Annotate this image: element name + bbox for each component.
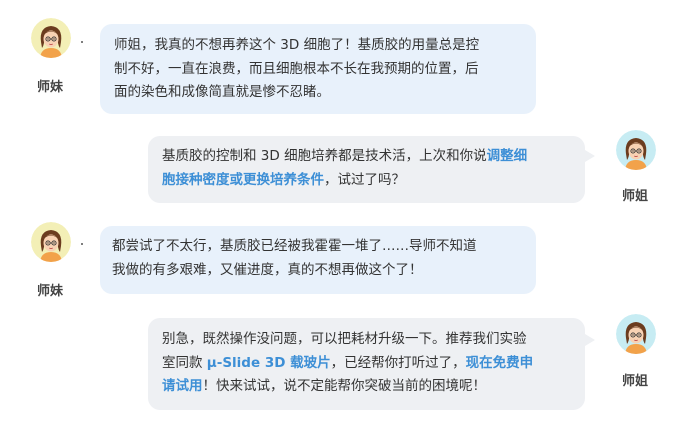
- chat-bubble: 师姐，我真的不想再养这个 3D 细胞了！基质胶的用量总是控 制不好，一直在浪费，而…: [100, 24, 536, 114]
- message-line: 胞接种密度或更换培养条件，试过了吗？: [162, 169, 585, 193]
- message-line: 基质胶的控制和 3D 细胞培养都是技术活，上次和你说调整细: [162, 145, 585, 169]
- message-text: 我做的有多艰难，又催进度，真的不想再做这个了！: [112, 261, 423, 278]
- chat-bubble: 基质胶的控制和 3D 细胞培养都是技术活，上次和你说调整细 胞接种密度或更换培养条…: [148, 136, 585, 203]
- message-text: ，试过了吗？: [324, 171, 405, 188]
- senior-sister-avatar: [616, 130, 656, 170]
- message-text: 别急，既然操作没问题，可以把耗材升级一下。推荐我们实验: [162, 331, 527, 347]
- message-text: 制不好，一直在浪费，而且细胞根本不长在我预期的位置，后: [114, 60, 479, 77]
- message-line: 都尝试了不太行，基质胶已经被我霍霍一堆了……导师不知道: [112, 235, 536, 259]
- message-line: 室同款 μ-Slide 3D 载玻片，已经帮你打听过了，现在免费申: [162, 352, 585, 376]
- senior-sister-avatar: [616, 314, 656, 354]
- message-text: 基质胶的控制和 3D 细胞培养都是技术活，上次和你说: [162, 148, 487, 164]
- message-text: 室同款: [162, 354, 207, 371]
- message-text: 面的染色和成像简直就是惨不忍睹。: [114, 84, 330, 100]
- highlighted-text: 请试用: [162, 378, 203, 394]
- bubble-tail: [585, 150, 595, 162]
- chat-bubble: 都尝试了不太行，基质胶已经被我霍霍一堆了……导师不知道 我做的有多艰难，又催进度，…: [100, 226, 536, 294]
- bubble-tail: [585, 334, 595, 346]
- message-text: 师姐，我真的不想再养这个 3D 细胞了！基质胶的用量总是控: [114, 37, 480, 53]
- speaker-name: 师姐: [621, 189, 648, 204]
- highlighted-text: 胞接种密度或更换培养条件: [162, 171, 324, 188]
- separator-dot: [81, 41, 83, 43]
- message-text: ，已经帮你打听过了，: [330, 354, 466, 371]
- highlighted-text: μ-Slide 3D 载玻片: [206, 354, 331, 371]
- message-line: 我做的有多艰难，又催进度，真的不想再做这个了！: [112, 259, 536, 283]
- message-line: 面的染色和成像简直就是惨不忍睹。: [114, 81, 536, 105]
- speaker-name: 师妹: [36, 80, 63, 95]
- message-line: 师姐，我真的不想再养这个 3D 细胞了！基质胶的用量总是控: [114, 34, 536, 58]
- speaker-name: 师妹: [36, 284, 63, 299]
- junior-sister-avatar: [31, 18, 71, 58]
- junior-sister-avatar: [31, 222, 71, 262]
- chat-bubble: 别急，既然操作没问题，可以把耗材升级一下。推荐我们实验 室同款 μ-Slide 3…: [148, 318, 585, 410]
- speaker-name: 师姐: [621, 374, 648, 389]
- highlighted-text: 调整细: [486, 148, 528, 164]
- message-line: 别急，既然操作没问题，可以把耗材升级一下。推荐我们实验: [162, 328, 585, 352]
- message-text: 都尝试了不太行，基质胶已经被我霍霍一堆了……导师不知道: [112, 238, 477, 254]
- message-text: ！快来试试，说不定能帮你突破当前的困境呢！: [202, 378, 487, 394]
- message-line: 制不好，一直在浪费，而且细胞根本不长在我预期的位置，后: [114, 58, 536, 82]
- separator-dot: [81, 243, 83, 245]
- message-line: 请试用！快来试试，说不定能帮你突破当前的困境呢！: [162, 375, 585, 399]
- highlighted-text: 现在免费申: [465, 354, 534, 371]
